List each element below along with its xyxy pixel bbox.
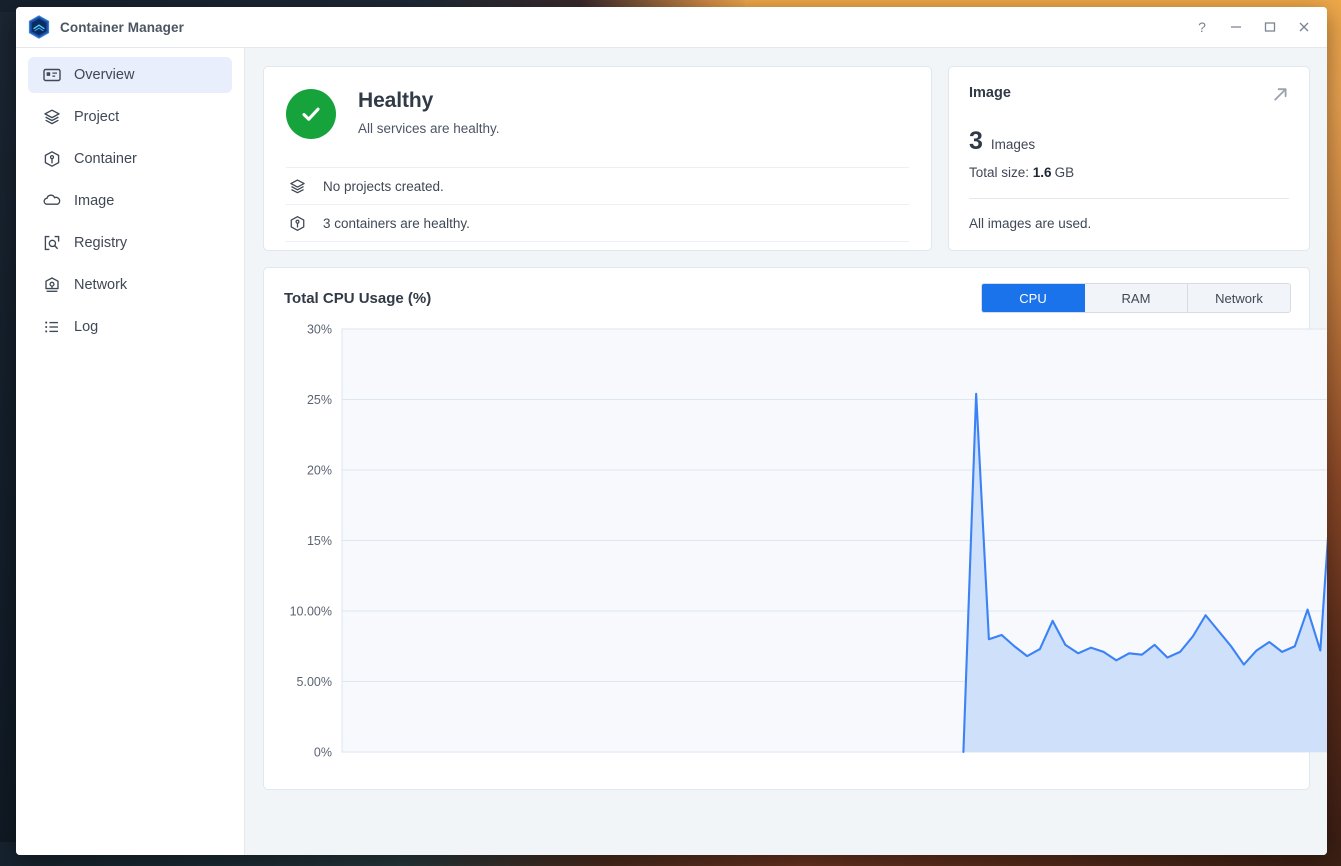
help-icon: ?	[1198, 19, 1206, 35]
sidebar-item-log[interactable]: Log	[28, 309, 232, 345]
y-axis-tick-label: 25%	[307, 393, 332, 407]
sidebar-item-label: Container	[74, 151, 137, 167]
image-usage-note: All images are used.	[969, 216, 1092, 231]
health-card-header: Healthy All services are healthy.	[286, 87, 909, 167]
overview-content: Healthy All services are healthy. No pro…	[245, 48, 1327, 855]
tab-ram[interactable]: RAM	[1085, 284, 1188, 312]
network-node-icon	[42, 275, 62, 295]
y-axis-tick-label: 5.00%	[297, 675, 332, 689]
image-total-size-row: Total size: 1.6 GB	[969, 165, 1289, 180]
y-axis-tick-label: 0%	[314, 746, 332, 760]
image-size-value: 1.6	[1032, 165, 1052, 180]
window-title: Container Manager	[60, 19, 184, 35]
sidebar-navigation: Overview Project Container Image Registr…	[16, 48, 245, 855]
window-controls: ?	[1185, 7, 1321, 47]
image-size-prefix: Total size:	[969, 165, 1030, 180]
sidebar-item-label: Overview	[74, 67, 135, 83]
tab-cpu[interactable]: CPU	[982, 284, 1085, 312]
help-button[interactable]: ?	[1185, 12, 1219, 42]
layers-icon	[287, 176, 307, 196]
summary-cards-row: Healthy All services are healthy. No pro…	[263, 66, 1310, 251]
image-count-value: 3	[969, 127, 983, 155]
sidebar-item-label: Network	[74, 277, 128, 293]
image-card-header: Image	[969, 85, 1289, 108]
health-row-text: No projects created.	[323, 178, 444, 194]
tab-network[interactable]: Network	[1188, 284, 1290, 312]
y-axis-tick-label: 15%	[307, 534, 332, 548]
cpu-usage-chart-card: Total CPU Usage (%) CPU RAM Network 0% 5.…	[263, 267, 1327, 790]
cloud-icon	[42, 191, 62, 211]
minimize-icon	[1231, 26, 1241, 28]
health-row-projects: No projects created.	[286, 167, 909, 204]
chart-title: Total CPU Usage (%)	[284, 289, 432, 307]
cube-icon	[287, 213, 307, 233]
health-subtitle: All services are healthy.	[358, 121, 500, 136]
health-row-containers: 3 containers are healthy.	[286, 204, 909, 242]
close-icon	[1299, 22, 1309, 32]
minimize-button[interactable]	[1219, 12, 1253, 42]
y-axis-tick-label: 30%	[307, 323, 332, 337]
overview-card-icon	[42, 65, 62, 85]
resource-tab-group: CPU RAM Network	[981, 283, 1291, 313]
image-card-title: Image	[969, 85, 1011, 101]
maximize-button[interactable]	[1253, 12, 1287, 42]
cube-icon	[42, 149, 62, 169]
health-title: Healthy	[358, 89, 434, 112]
sidebar-item-label: Log	[74, 319, 99, 335]
maximize-icon	[1264, 22, 1276, 32]
image-count-row: 3 Images	[969, 129, 1289, 154]
sidebar-item-network[interactable]: Network	[28, 267, 232, 303]
green-check-circle-icon	[286, 89, 336, 139]
image-size-unit: GB	[1054, 165, 1075, 180]
list-icon	[42, 317, 62, 337]
sidebar-item-overview[interactable]: Overview	[28, 57, 232, 93]
cpu-usage-chart[interactable]: 0% 5.00% 10.00% 15% 20% 25% 30%	[280, 322, 1327, 778]
sidebar-item-project[interactable]: Project	[28, 99, 232, 135]
sidebar-item-registry[interactable]: Registry	[28, 225, 232, 261]
sidebar-item-label: Project	[74, 109, 120, 125]
window-titlebar[interactable]: Container Manager ?	[16, 7, 1327, 48]
container-manager-window: Container Manager ? Overview Project Con…	[16, 7, 1327, 855]
chart-header: Total CPU Usage (%) CPU RAM Network	[280, 283, 1291, 313]
sidebar-item-label: Registry	[74, 235, 128, 251]
y-axis-tick-label: 10.00%	[290, 605, 332, 619]
sidebar-item-label: Image	[74, 193, 115, 209]
image-card-divider	[969, 198, 1289, 199]
health-status-card: Healthy All services are healthy. No pro…	[263, 66, 932, 251]
y-axis-tick-label: 20%	[307, 464, 332, 478]
search-frame-icon	[42, 233, 62, 253]
health-row-text: 3 containers are healthy.	[323, 215, 470, 231]
sidebar-item-container[interactable]: Container	[28, 141, 232, 177]
sidebar-item-image[interactable]: Image	[28, 183, 232, 219]
container-manager-hexagon-logo-icon	[28, 15, 50, 39]
external-link-arrow-icon[interactable]	[1272, 85, 1289, 108]
close-button[interactable]	[1287, 12, 1321, 42]
image-count-label: Images	[990, 137, 1036, 152]
layers-icon	[42, 107, 62, 127]
image-summary-card: Image 3 Images Total size: 1.6 GB All im…	[948, 66, 1310, 251]
